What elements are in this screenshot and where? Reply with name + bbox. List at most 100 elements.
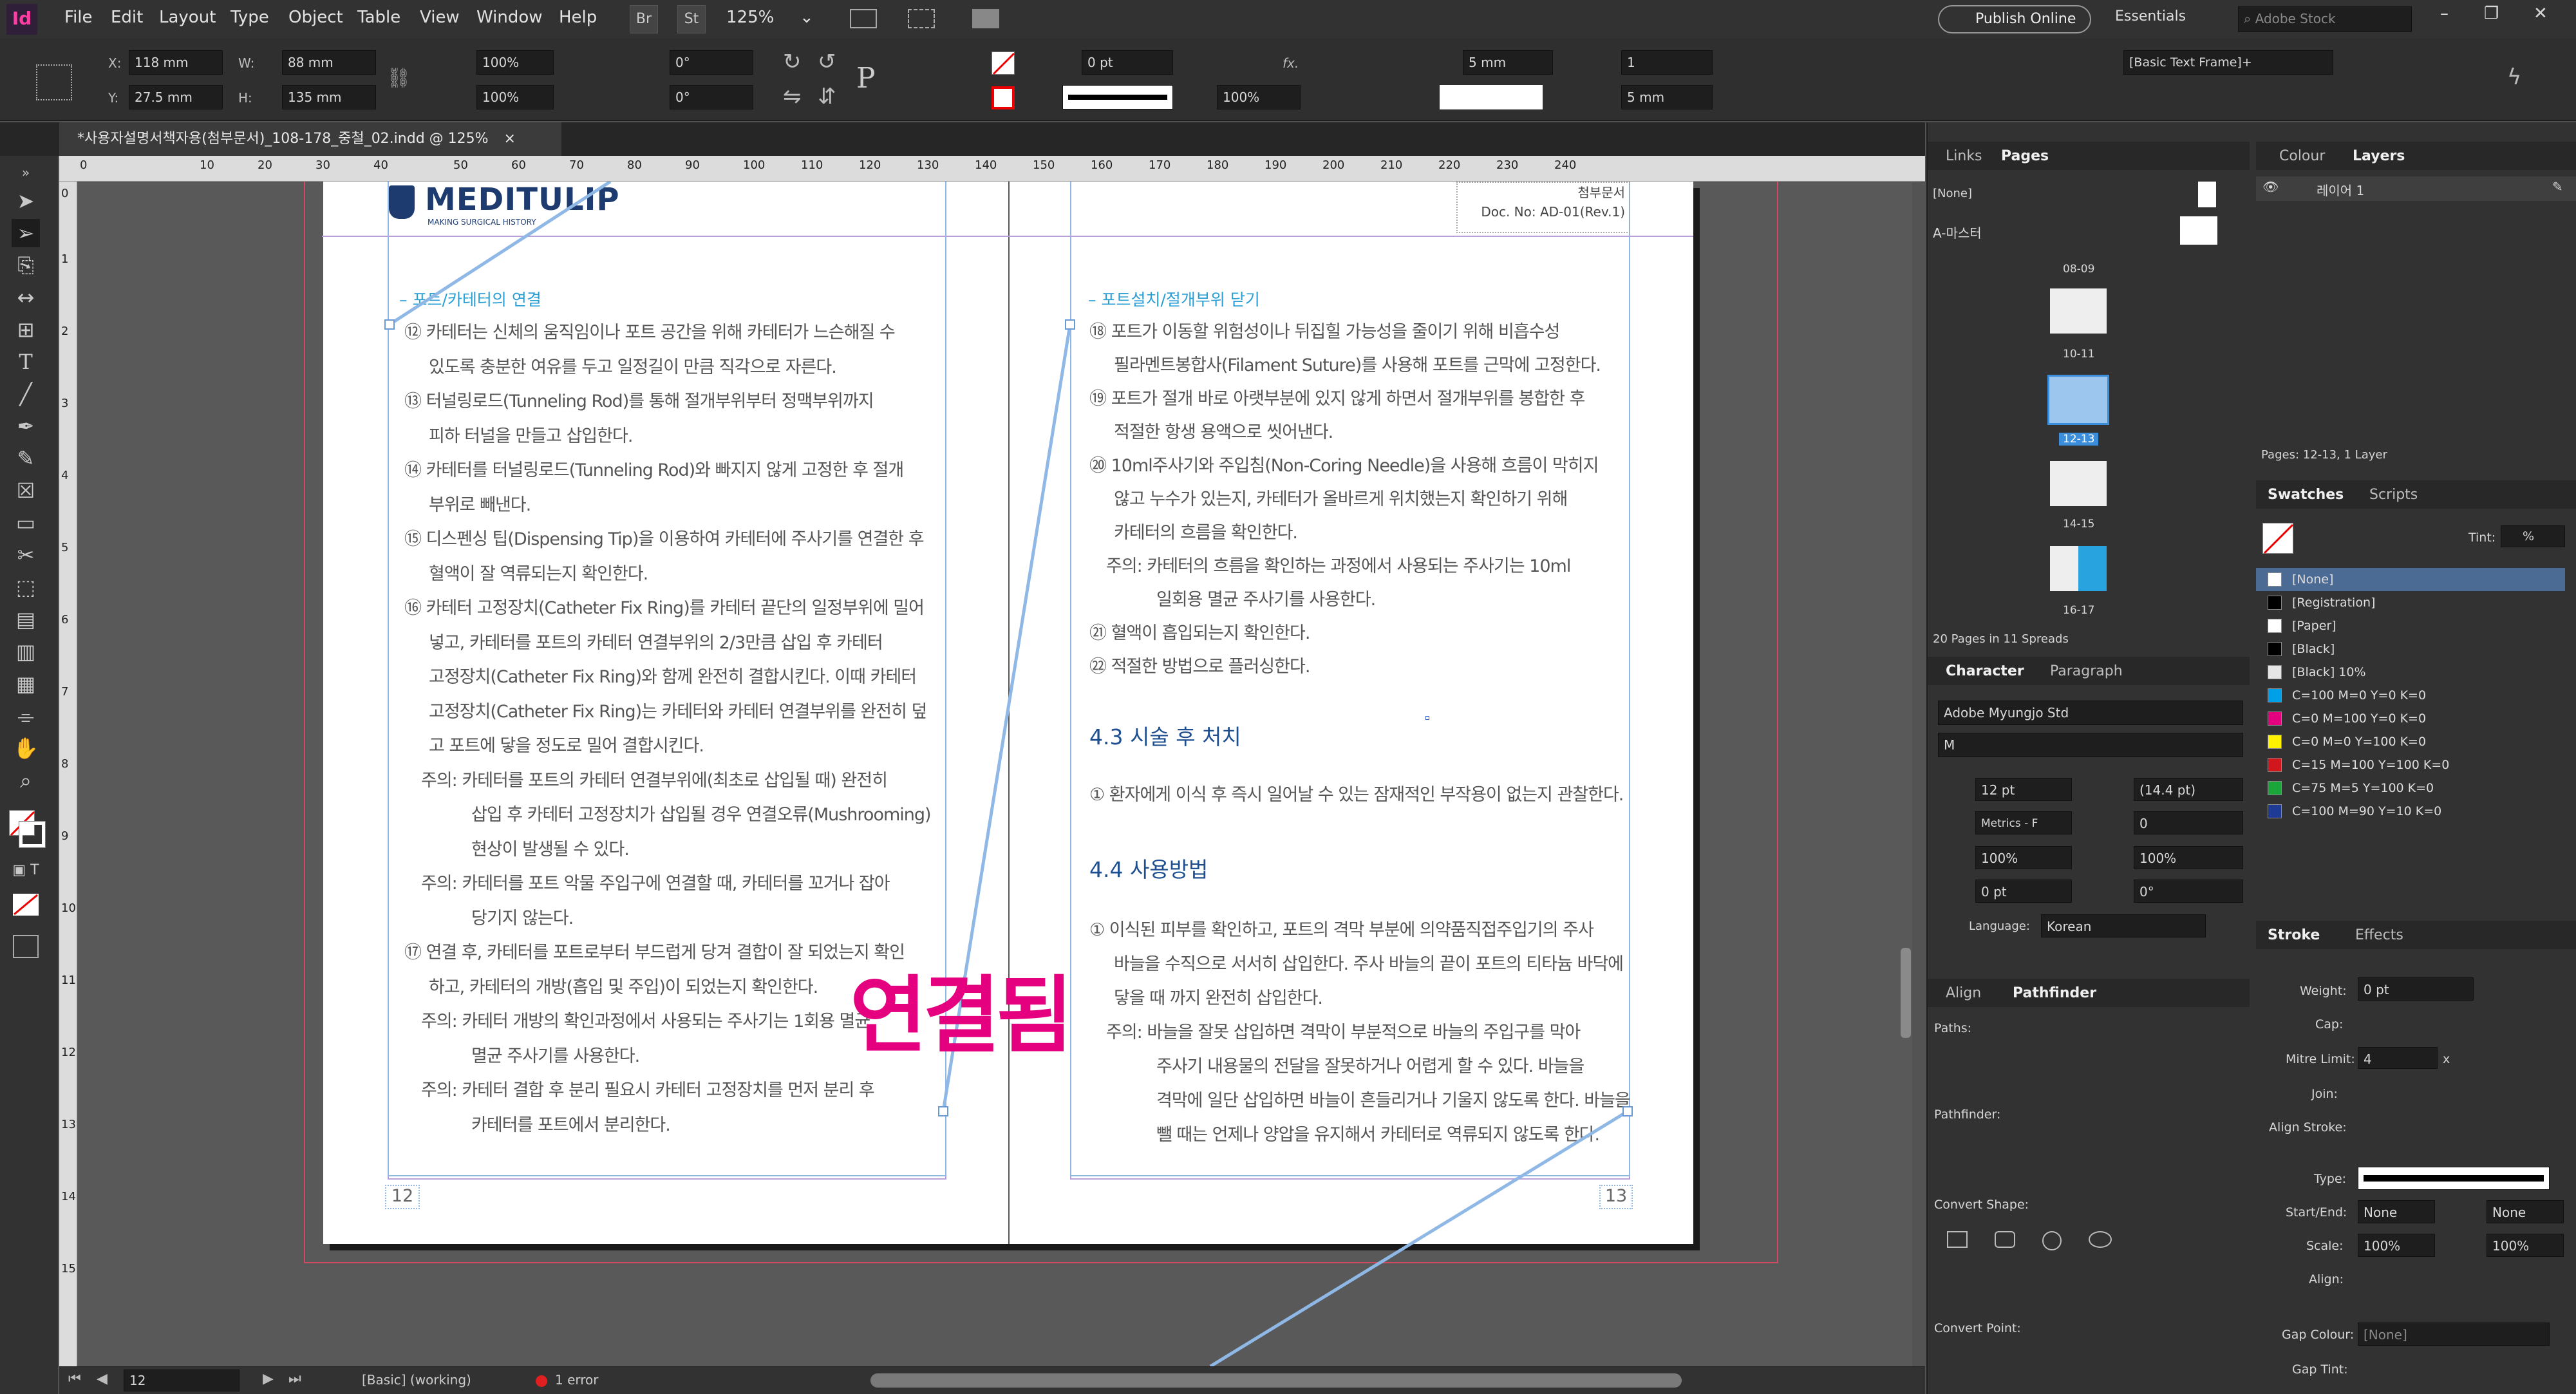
frame-gutter-field[interactable]: 5 mm [1463, 50, 1553, 75]
gap-colour-select[interactable]: [None] [2358, 1323, 2550, 1346]
stroke-weight-field[interactable]: 0 pt [1082, 50, 1173, 75]
screen-mode-icon[interactable] [908, 9, 935, 28]
prev-page-icon[interactable]: ◀ [97, 1371, 108, 1387]
tab-paragraph[interactable]: Paragraph [2050, 663, 2123, 679]
spread-thumb[interactable] [2050, 461, 2107, 506]
weight-field[interactable]: 0 pt [2358, 977, 2474, 1001]
pencil-tool-icon[interactable]: ✎ [12, 444, 40, 473]
gradient-tool-icon[interactable]: ▤ [12, 605, 40, 634]
swatch-row[interactable]: C=0 M=0 Y=100 K=0 [2256, 730, 2565, 753]
scale-y-field[interactable]: 100% [476, 85, 554, 109]
bridge-button[interactable]: Br [630, 5, 658, 33]
tab-layers[interactable]: Layers [2353, 148, 2405, 164]
tab-align[interactable]: Align [1946, 985, 1981, 1001]
convert-oval-icon[interactable] [2089, 1231, 2112, 1248]
convert-rectangle-icon[interactable] [1947, 1231, 1968, 1248]
reference-point-icon[interactable] [36, 64, 72, 100]
start-scale-field[interactable]: 100% [2358, 1234, 2435, 1257]
master-a[interactable]: A-마스터 [1933, 223, 1982, 241]
direct-selection-tool-icon[interactable]: ➢ [12, 219, 40, 247]
tab-stroke[interactable]: Stroke [2268, 927, 2320, 943]
arrange-documents-icon[interactable] [972, 9, 999, 28]
pasteboard[interactable]: MEDITULIP MAKING SURGICAL HISTORY – 포트/카… [77, 182, 1912, 1366]
free-transform-tool-icon[interactable]: ⬚ [12, 573, 40, 601]
formatting-affects-icon[interactable]: ▣ T [12, 856, 40, 885]
stroke-type-dropdown[interactable] [2358, 1167, 2550, 1190]
tab-colour[interactable]: Colour [2279, 148, 2325, 164]
baseline-shift-field[interactable]: 0 pt [1975, 880, 2072, 903]
apply-none-icon[interactable] [13, 894, 39, 916]
end-scale-field[interactable]: 100% [2487, 1234, 2564, 1257]
page-number-field[interactable]: 12 [124, 1370, 240, 1391]
rectangle-frame-tool-icon[interactable]: ☒ [12, 476, 40, 505]
tab-links[interactable]: Links [1946, 148, 1982, 164]
swatch-row[interactable]: C=15 M=100 Y=100 K=0 [2256, 753, 2565, 777]
scale-x-field[interactable]: 100% [476, 50, 554, 75]
eye-icon[interactable]: 👁 [2262, 179, 2279, 194]
menu-type[interactable]: Type [230, 8, 269, 27]
w-field[interactable]: 88 mm [282, 50, 376, 75]
view-options-icon[interactable] [850, 9, 877, 28]
convert-ellipse-icon[interactable] [2042, 1231, 2062, 1250]
horizontal-ruler[interactable]: 0 10 20 30 40 50 60 70 80 90 100 110 120… [59, 156, 1925, 182]
screen-mode-normal-icon[interactable] [13, 935, 39, 958]
y-field[interactable]: 27.5 mm [129, 85, 223, 109]
h-field[interactable]: 135 mm [282, 85, 376, 109]
constrain-proportions-icon[interactable]: ⛓ [386, 67, 411, 89]
columns-field[interactable]: 1 [1621, 50, 1713, 75]
swatch-row[interactable]: [None] [2256, 568, 2565, 591]
zoom-level[interactable]: 125% [726, 8, 774, 27]
gradient-feather-icon[interactable]: ▥ [12, 637, 40, 666]
kerning-field[interactable]: Metrics - F [1975, 811, 2072, 834]
collapse-toolbar-icon[interactable]: » [12, 158, 40, 187]
menu-help[interactable]: Help [559, 8, 597, 27]
end-select[interactable]: None [2487, 1200, 2564, 1223]
eyedropper-tool-icon[interactable]: ⌯ [12, 702, 40, 730]
pen-tool-icon[interactable]: ✒ [12, 412, 40, 440]
workspace-switcher[interactable]: Essentials [2115, 8, 2186, 24]
selection-tool-icon[interactable]: ➤ [12, 187, 40, 215]
scissors-tool-icon[interactable]: ✂ [12, 541, 40, 569]
minimize-icon[interactable]: – [2440, 4, 2449, 23]
vertical-scrollbar-thumb[interactable] [1901, 948, 1911, 1038]
convert-rounded-icon[interactable] [1995, 1231, 2015, 1248]
flip-vertical-icon[interactable]: ⇵ [818, 84, 836, 109]
hand-tool-icon[interactable]: ✋ [12, 734, 40, 762]
leading-field[interactable]: (14.4 pt) [2134, 778, 2243, 801]
menu-table[interactable]: Table [357, 8, 400, 27]
swatch-row[interactable]: C=100 M=0 Y=0 K=0 [2256, 684, 2565, 707]
chevron-down-icon[interactable]: ⌄ [800, 8, 814, 27]
skew-field[interactable]: 0° [2134, 880, 2243, 903]
menu-layout[interactable]: Layout [159, 8, 216, 27]
tab-pages[interactable]: Pages [2001, 148, 2049, 164]
swatch-row[interactable]: [Black] 10% [2256, 661, 2565, 684]
swatch-fill-icon[interactable] [2262, 523, 2294, 554]
frame-fitting-preview[interactable] [1440, 85, 1543, 109]
menu-edit[interactable]: Edit [111, 8, 143, 27]
rectangle-tool-icon[interactable]: ▭ [12, 509, 40, 537]
swatch-row[interactable]: [Black] [2256, 637, 2565, 661]
layer-name[interactable]: 레이어 1 [2317, 180, 2364, 199]
opacity-field[interactable]: 100% [1217, 85, 1301, 109]
fill-swatch-icon[interactable] [992, 52, 1015, 75]
menu-view[interactable]: View [420, 8, 460, 27]
stock-button[interactable]: St [677, 5, 706, 33]
document-tab[interactable]: *사용자설명서책자용(첨부문서)_108-178_중철_02.indd @ 12… [59, 122, 561, 156]
tab-character[interactable]: Character [1946, 663, 2024, 679]
tab-pathfinder[interactable]: Pathfinder [2013, 985, 2096, 1001]
menu-object[interactable]: Object [288, 8, 343, 27]
zoom-tool-icon[interactable]: ⌕ [12, 766, 40, 795]
vertical-scale-field[interactable]: 100% [1975, 846, 2072, 869]
line-tool-icon[interactable]: ╱ [12, 380, 40, 408]
horizontal-scale-field[interactable]: 100% [2134, 846, 2243, 869]
miter-field[interactable]: 4 [2358, 1047, 2438, 1069]
note-tool-icon[interactable]: ▦ [12, 670, 40, 698]
close-tab-icon[interactable]: × [504, 131, 516, 147]
content-collector-icon[interactable]: ⊞ [12, 316, 40, 344]
menu-window[interactable]: Window [476, 8, 543, 27]
lightning-icon[interactable]: ϟ [2507, 64, 2521, 90]
language-select[interactable]: Korean [2041, 914, 2206, 937]
spread-thumb[interactable] [2050, 288, 2107, 334]
preflight-errors[interactable]: 1 error [555, 1372, 599, 1388]
font-size-field[interactable]: 12 pt [1975, 778, 2072, 801]
